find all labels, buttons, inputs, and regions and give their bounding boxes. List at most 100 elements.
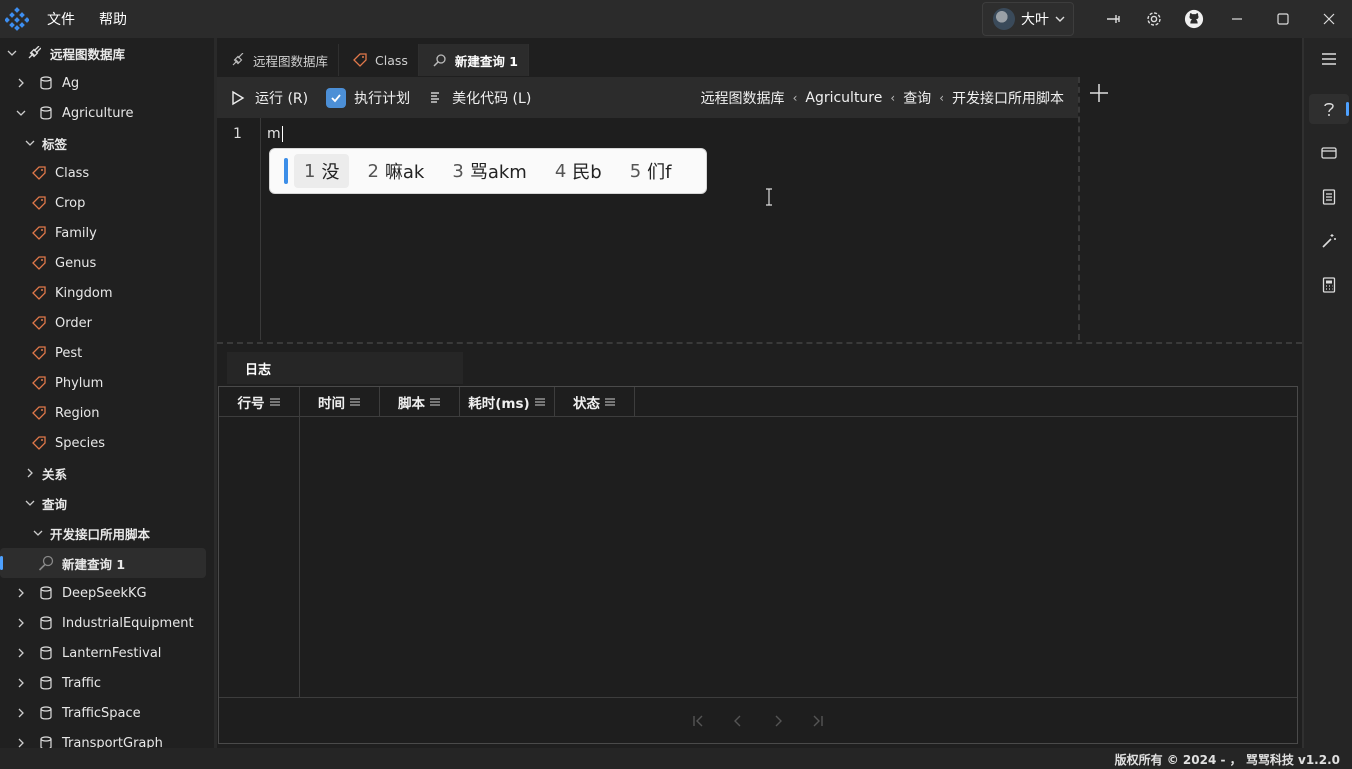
tree-item[interactable]: 关系 [0,458,214,488]
chevron-right-icon[interactable] [15,647,27,659]
card-icon[interactable] [1314,138,1344,168]
tag-icon [353,53,367,67]
column-header-time[interactable]: 时间 [300,387,380,417]
chevron-right-icon[interactable] [15,617,27,629]
text-caret [281,126,283,142]
tree-item[interactable]: Region [0,398,214,428]
chevron-right-icon[interactable] [15,587,27,599]
chevron-down-icon[interactable] [24,137,36,149]
editor-splitter[interactable] [1078,77,1081,340]
tree-item[interactable]: Genus [0,248,214,278]
next-page-icon[interactable] [758,706,798,736]
column-header-line[interactable]: 行号 [219,387,300,417]
tree-root[interactable]: 远程图数据库 [0,38,214,68]
calculator-icon[interactable] [1314,270,1344,300]
tree-item[interactable]: DeepSeekKG [0,578,214,608]
github-icon[interactable] [1184,9,1204,29]
tree-item[interactable]: Crop [0,188,214,218]
menu-icon[interactable] [269,397,281,407]
minimize-button[interactable] [1214,0,1260,38]
tree-item[interactable]: 开发接口所用脚本 [0,518,214,548]
menu-help[interactable]: 帮助 [99,9,127,29]
tab-bar: 远程图数据库 Class 新建查询 1 [217,44,529,76]
ime-candidate[interactable]: 1没 [294,154,350,188]
chevron-right-icon[interactable] [15,77,27,89]
tree-item[interactable]: Pest [0,338,214,368]
run-button[interactable]: 运行 (R) [231,88,308,108]
tree-item[interactable]: Agriculture [0,98,214,128]
database-icon [38,75,54,91]
column-header-script[interactable]: 脚本 [380,387,460,417]
tree-item[interactable]: IndustrialEquipment [0,608,214,638]
tree-item[interactable]: 新建查询 1 [0,548,206,578]
tree-item[interactable]: TransportGraph [0,728,214,748]
tree-item[interactable]: Traffic [0,668,214,698]
close-button[interactable] [1306,0,1352,38]
code-line[interactable]: m [267,126,283,142]
run-label: 运行 (R) [255,90,309,107]
hamburger-menu-icon[interactable] [1314,44,1344,74]
menu-file[interactable]: 文件 [47,9,75,29]
chevron-right-icon[interactable] [24,467,36,479]
ime-candidate[interactable]: 4 民b [545,154,612,188]
tree-item[interactable]: Class [0,158,214,188]
user-menu-button[interactable]: 大叶 [982,2,1074,36]
menu-icon[interactable] [534,397,546,407]
breadcrumb-item[interactable]: 查询 [903,88,931,108]
menu-icon[interactable] [349,397,361,407]
execution-plan-toggle[interactable]: 执行计划 [326,87,410,108]
plus-icon[interactable] [1088,82,1110,104]
tree-item-label: Species [55,435,106,451]
tab-remote-db[interactable]: 远程图数据库 [217,44,340,76]
settings-gear-icon[interactable] [1144,9,1164,29]
tree-item[interactable]: Species [0,428,214,458]
last-page-icon[interactable] [798,706,838,736]
checkbox-checked-icon[interactable] [326,87,347,108]
tab-class[interactable]: Class [339,44,419,76]
tree-item[interactable]: Kingdom [0,278,214,308]
document-list-icon[interactable] [1314,182,1344,212]
avatar [993,8,1015,30]
panel-splitter[interactable] [217,342,1302,345]
tree-item[interactable]: Phylum [0,368,214,398]
tree-item[interactable]: Family [0,218,214,248]
log-tab[interactable]: 日志 [227,352,463,384]
ime-candidate[interactable]: 3 骂akm [442,154,536,188]
menu-icon[interactable] [604,397,616,407]
chevron-down-icon[interactable] [15,107,27,119]
prev-page-icon[interactable] [718,706,758,736]
chevron-down-icon[interactable] [24,497,36,509]
tag-icon [31,255,47,271]
app-logo-icon [5,7,29,31]
magic-wand-icon[interactable] [1314,226,1344,256]
tree-item[interactable]: 查询 [0,488,214,518]
beautify-button[interactable]: 美化代码 (L) [428,88,531,108]
chevron-right-icon[interactable] [15,707,27,719]
chevron-down-icon[interactable] [32,527,44,539]
maximize-button[interactable] [1260,0,1306,38]
breadcrumb-item[interactable]: 远程图数据库 [701,88,785,108]
pin-icon[interactable] [1104,9,1124,29]
help-icon[interactable] [1309,94,1349,124]
tree-item[interactable]: LanternFestival [0,638,214,668]
breadcrumb-item[interactable]: Agriculture [805,90,882,106]
ime-candidate[interactable]: 5 们f [620,154,682,188]
tab-new-query[interactable]: 新建查询 1 [418,44,529,76]
tree-item-label: Region [55,405,100,421]
column-header-duration[interactable]: 耗时(ms) [460,387,555,417]
ime-candidate[interactable]: 2 嘛ak [357,154,434,188]
tag-icon [31,165,47,181]
column-header-status[interactable]: 状态 [555,387,635,417]
tree-item-label: DeepSeekKG [62,585,147,601]
chevron-left-icon: ‹ [792,90,798,105]
chevron-right-icon[interactable] [15,677,27,689]
menu-icon[interactable] [429,397,441,407]
tree-item[interactable]: Ag [0,68,214,98]
tree-item[interactable]: 标签 [0,128,214,158]
first-page-icon[interactable] [678,706,718,736]
tree-item[interactable]: TrafficSpace [0,698,214,728]
chevron-right-icon[interactable] [15,737,27,748]
tree-item[interactable]: Order [0,308,214,338]
chevron-down-icon[interactable] [6,47,18,59]
breadcrumb-item[interactable]: 开发接口所用脚本 [952,88,1064,108]
